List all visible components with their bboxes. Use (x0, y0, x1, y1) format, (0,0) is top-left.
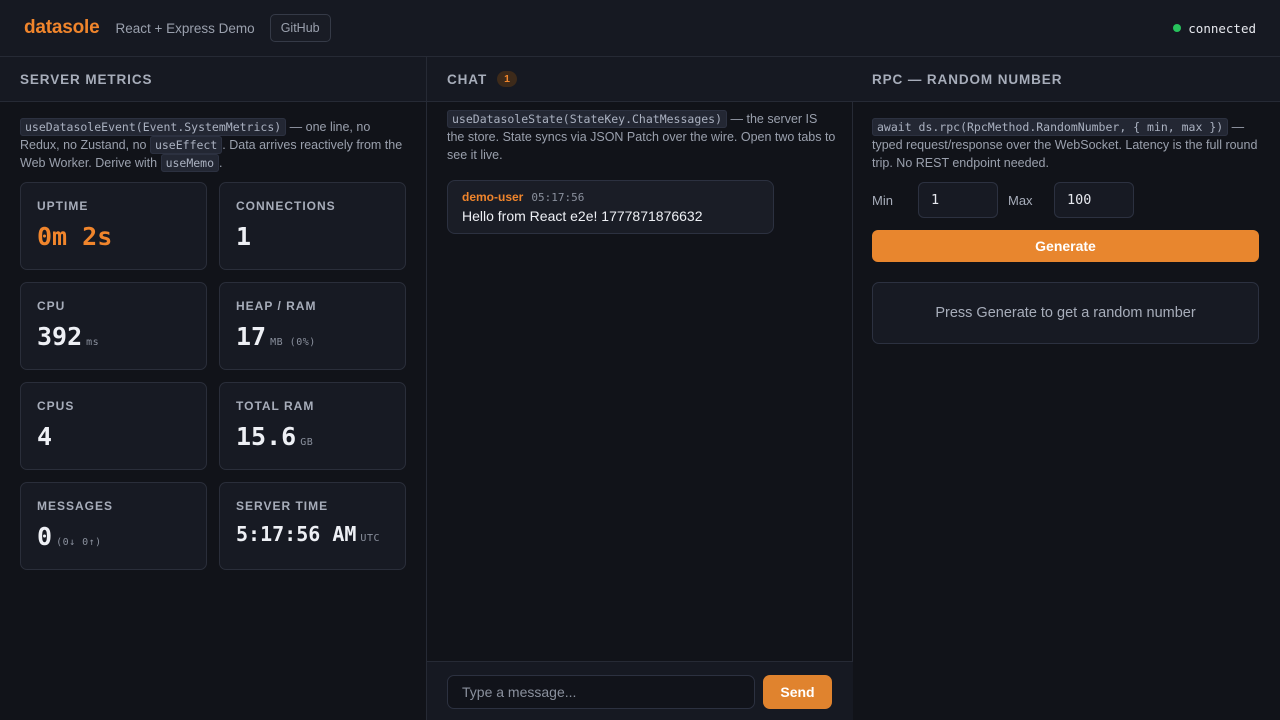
panel-header: CHAT 1 (427, 57, 852, 102)
app-subtitle: React + Express Demo (115, 20, 255, 36)
rpc-description: await ds.rpc(RpcMethod.RandomNumber, { m… (872, 118, 1258, 170)
metric-card-cpus: CPUS 4 (20, 382, 207, 470)
metric-unit: MB (0%) (270, 337, 316, 348)
min-label: Min (872, 192, 893, 208)
metric-value: 392 (37, 322, 83, 351)
metrics-description: useDatasoleEvent(Event.SystemMetrics) — … (20, 118, 403, 172)
metric-label: CPU (37, 299, 66, 313)
metric-label: CONNECTIONS (236, 199, 336, 213)
metric-unit: UTC (360, 533, 380, 544)
chat-composer: Send (427, 661, 853, 720)
range-inputs: Min Max (872, 182, 1134, 218)
message-count-badge: 1 (497, 71, 518, 87)
chat-message-input[interactable] (447, 675, 755, 709)
status-dot-icon (1173, 24, 1182, 32)
server-metrics-panel: SERVER METRICS useDatasoleEvent(Event.Sy… (0, 57, 427, 720)
metric-card-connections: CONNECTIONS 1 (219, 182, 406, 270)
panel-title: RPC — RANDOM NUMBER (872, 71, 1063, 87)
chat-message: demo-user 05:17:56 Hello from React e2e!… (447, 180, 774, 234)
code-snippet: useDatasoleEvent(Event.SystemMetrics) (20, 118, 287, 136)
metric-card-total-ram: TOTAL RAM 15.6 GB (219, 382, 406, 470)
metric-value: 5:17:56 AM (236, 522, 357, 546)
metric-value: 4 (37, 422, 53, 451)
metric-label: HEAP / RAM (236, 299, 317, 313)
min-input[interactable] (918, 182, 998, 218)
metric-value: 0m 2s (37, 222, 113, 251)
code-snippet: useMemo (160, 154, 220, 172)
metric-card-cpu: CPU 392 ms (20, 282, 207, 370)
metric-label: UPTIME (37, 199, 89, 213)
metric-value: 15.6 (236, 422, 297, 451)
max-label: Max (1008, 192, 1033, 208)
generate-button[interactable]: Generate (872, 230, 1259, 262)
metric-unit: GB (300, 437, 314, 448)
metric-label: CPUS (37, 399, 75, 413)
max-input[interactable] (1054, 182, 1134, 218)
github-link-button[interactable]: GitHub (269, 14, 331, 42)
metric-card-uptime: UPTIME 0m 2s (20, 182, 207, 270)
chat-description: useDatasoleState(StateKey.ChatMessages) … (447, 110, 836, 162)
rpc-result: Press Generate to get a random number (872, 282, 1259, 344)
code-snippet: useEffect (149, 136, 223, 154)
code-snippet: await ds.rpc(RpcMethod.RandomNumber, { m… (872, 118, 1229, 136)
metric-unit: ms (86, 337, 100, 348)
panel-header: SERVER METRICS (0, 57, 426, 102)
metric-label: TOTAL RAM (236, 399, 315, 413)
status-label: connected (1188, 20, 1256, 36)
panel-header: RPC — RANDOM NUMBER (852, 57, 1280, 102)
message-text: Hello from React e2e! 1777871876632 (462, 208, 703, 224)
metric-value: 0 (37, 522, 53, 551)
connection-status: connected (1173, 21, 1256, 36)
code-snippet: useDatasoleState(StateKey.ChatMessages) (447, 110, 728, 128)
app-logo[interactable]: datasole (24, 17, 100, 39)
rpc-panel: RPC — RANDOM NUMBER await ds.rpc(RpcMeth… (852, 57, 1280, 720)
panel-title: CHAT (447, 71, 488, 87)
metric-card-server-time: SERVER TIME 5:17:56 AM UTC (219, 482, 406, 570)
message-time: 05:17:56 (531, 191, 585, 204)
metric-unit: (0↓ 0↑) (56, 537, 102, 548)
metrics-grid: UPTIME 0m 2s CONNECTIONS 1 CPU 392 ms HEA… (20, 182, 406, 570)
message-author: demo-user (462, 190, 524, 204)
metric-card-heap-ram: HEAP / RAM 17 MB (0%) (219, 282, 406, 370)
top-bar: datasole React + Express Demo GitHub con… (0, 0, 1280, 57)
metric-value: 1 (236, 222, 252, 251)
send-button[interactable]: Send (763, 675, 832, 709)
metric-card-messages: MESSAGES 0 (0↓ 0↑) (20, 482, 207, 570)
metric-label: MESSAGES (37, 499, 114, 513)
metric-value: 17 (236, 322, 267, 351)
panel-title: SERVER METRICS (20, 71, 153, 87)
metric-label: SERVER TIME (236, 499, 329, 513)
chat-panel: CHAT 1 useDatasoleState(StateKey.ChatMes… (426, 57, 853, 720)
